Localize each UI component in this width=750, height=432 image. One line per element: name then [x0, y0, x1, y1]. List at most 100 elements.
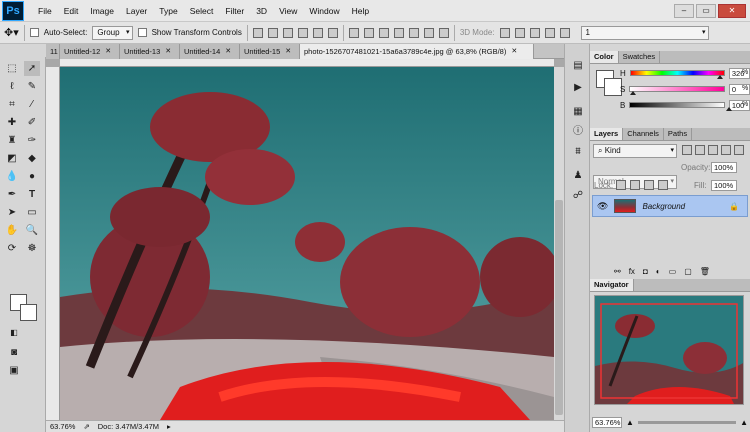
close-icon[interactable]: ✕	[225, 45, 231, 59]
3d-slide-icon[interactable]	[544, 27, 555, 38]
marquee-tool-icon[interactable]: ⬚	[4, 61, 20, 76]
menu-edit[interactable]: Edit	[58, 0, 85, 22]
close-button[interactable]: ✕	[718, 3, 746, 18]
tab-untitled-13[interactable]: Untitled-13 ✕	[120, 44, 180, 59]
actions-play-icon[interactable]: ▶	[570, 80, 586, 95]
3d-scale-icon[interactable]	[559, 27, 570, 38]
eyedropper-tool-icon[interactable]: ⁄	[24, 97, 40, 112]
tab-navigator[interactable]: Navigator	[590, 279, 634, 291]
menu-select[interactable]: Select	[184, 0, 220, 22]
3d-rotate-icon[interactable]	[499, 27, 510, 38]
menu-file[interactable]: File	[32, 0, 58, 22]
menu-filter[interactable]: Filter	[219, 0, 250, 22]
auto-select-dropdown[interactable]: Group	[92, 25, 133, 40]
add-mask-icon[interactable]: ◘	[643, 267, 648, 276]
eye-icon[interactable]: 👁	[597, 201, 608, 212]
lock-position-icon[interactable]	[644, 180, 654, 190]
lock-all-icon[interactable]	[658, 180, 668, 190]
brush-tool-icon[interactable]: ✐	[24, 115, 40, 130]
align-top-icon[interactable]	[252, 27, 263, 38]
fx-icon[interactable]: fx	[629, 267, 635, 276]
status-menu-icon[interactable]: ▸	[167, 421, 171, 432]
align-left-icon[interactable]	[297, 27, 308, 38]
distribute-right-icon[interactable]	[423, 27, 434, 38]
tab-color[interactable]: Color	[590, 51, 619, 63]
quick-mask-icon[interactable]: ◙	[6, 345, 22, 360]
hue-slider[interactable]	[629, 70, 725, 79]
menu-window[interactable]: Window	[303, 0, 345, 22]
share-icon[interactable]: ⇗	[83, 421, 89, 432]
type-tool-icon[interactable]: T	[24, 187, 40, 202]
navigator-zoom[interactable]: 63.76%	[592, 416, 622, 428]
quick-select-tool-icon[interactable]: ✎	[24, 79, 40, 94]
align-bottom-icon[interactable]	[282, 27, 293, 38]
adjustments-icon[interactable]: ▦	[570, 104, 586, 119]
menu-3d[interactable]: 3D	[250, 0, 273, 22]
move-tool-icon[interactable]: ✥▾	[4, 26, 19, 39]
distribute-top-icon[interactable]	[348, 27, 359, 38]
tab-layers[interactable]: Layers	[590, 128, 624, 140]
navigator-preview[interactable]	[594, 295, 744, 405]
minimize-button[interactable]: –	[674, 3, 694, 18]
distribute-vcenter-icon[interactable]	[363, 27, 374, 38]
scrollbar-thumb[interactable]	[555, 200, 563, 415]
adjustment-layer-icon[interactable]: ◐	[656, 267, 661, 276]
maximize-button[interactable]: ▭	[696, 3, 716, 18]
layer-name[interactable]: Background	[642, 202, 685, 211]
menu-layer[interactable]: Layer	[120, 0, 153, 22]
zoom-tool-icon[interactable]: 🔍	[24, 223, 40, 238]
menu-view[interactable]: View	[273, 0, 303, 22]
dodge-tool-icon[interactable]: ●	[24, 169, 40, 184]
layer-row-background[interactable]: 👁 Background 🔒	[592, 195, 748, 217]
paint-bucket-tool-icon[interactable]: ◆	[24, 151, 40, 166]
default-colors-icon[interactable]: ◧	[6, 325, 22, 340]
brightness-slider[interactable]	[629, 102, 733, 111]
opacity-value[interactable]: 100%	[711, 162, 737, 173]
auto-select-checkbox[interactable]	[29, 28, 39, 37]
history-brush-tool-icon[interactable]: ✑	[24, 133, 40, 148]
fill-value[interactable]: 100%	[711, 180, 737, 191]
tab-channels[interactable]: Channels	[623, 128, 664, 140]
new-group-icon[interactable]: ▭	[669, 267, 677, 276]
filter-adjustment-icon[interactable]	[695, 145, 705, 155]
tab-doc-11[interactable]: 11	[46, 44, 60, 59]
close-icon[interactable]: ✕	[165, 45, 171, 59]
filter-pixel-icon[interactable]	[682, 145, 692, 155]
document-canvas[interactable]	[60, 67, 554, 420]
3d-tool-icon[interactable]: ⟳	[4, 241, 20, 256]
pen-tool-icon[interactable]: ✒	[4, 187, 20, 202]
brightness-slider-marker[interactable]	[726, 107, 733, 111]
lock-transparent-icon[interactable]	[616, 180, 626, 190]
blur-tool-icon[interactable]: 💧	[4, 169, 20, 184]
saturation-slider-marker[interactable]	[630, 91, 637, 95]
filter-smart-icon[interactable]	[734, 145, 744, 155]
brush-presets-icon[interactable]: ⩩	[570, 144, 586, 159]
zoom-level[interactable]: 63.76%	[50, 421, 75, 432]
zoom-in-icon[interactable]: ▲	[740, 418, 748, 427]
menu-type[interactable]: Type	[153, 0, 183, 22]
move-tool-icon[interactable]: ➚	[24, 61, 40, 76]
align-hcenter-icon[interactable]	[312, 27, 323, 38]
tab-swatches[interactable]: Swatches	[619, 51, 661, 63]
3d-camera-tool-icon[interactable]: ☸	[24, 241, 40, 256]
lasso-tool-icon[interactable]: ℓ	[4, 79, 20, 94]
menu-help[interactable]: Help	[346, 0, 375, 22]
distribute-hcenter-icon[interactable]	[408, 27, 419, 38]
path-select-tool-icon[interactable]: ➤	[4, 205, 20, 220]
tab-paths[interactable]: Paths	[664, 128, 693, 140]
info-icon[interactable]: ⓘ	[570, 124, 586, 139]
hue-slider-marker[interactable]	[717, 75, 724, 79]
rectangle-tool-icon[interactable]: ▭	[24, 205, 40, 220]
tab-untitled-15[interactable]: Untitled-15 ✕	[240, 44, 300, 59]
tab-untitled-14[interactable]: Untitled-14 ✕	[180, 44, 240, 59]
crop-tool-icon[interactable]: ⌗	[4, 97, 20, 112]
close-icon[interactable]: ✕	[285, 45, 291, 59]
healing-brush-tool-icon[interactable]: ✚	[4, 115, 20, 130]
clone-stamp-tool-icon[interactable]: ♜	[4, 133, 20, 148]
distribute-bottom-icon[interactable]	[378, 27, 389, 38]
background-color-swatch[interactable]	[20, 304, 37, 321]
link-layers-icon[interactable]: ⚯	[614, 267, 621, 276]
zoom-slider[interactable]	[637, 420, 737, 424]
delete-layer-icon[interactable]: 🗑	[700, 267, 710, 276]
filter-shape-icon[interactable]	[721, 145, 731, 155]
